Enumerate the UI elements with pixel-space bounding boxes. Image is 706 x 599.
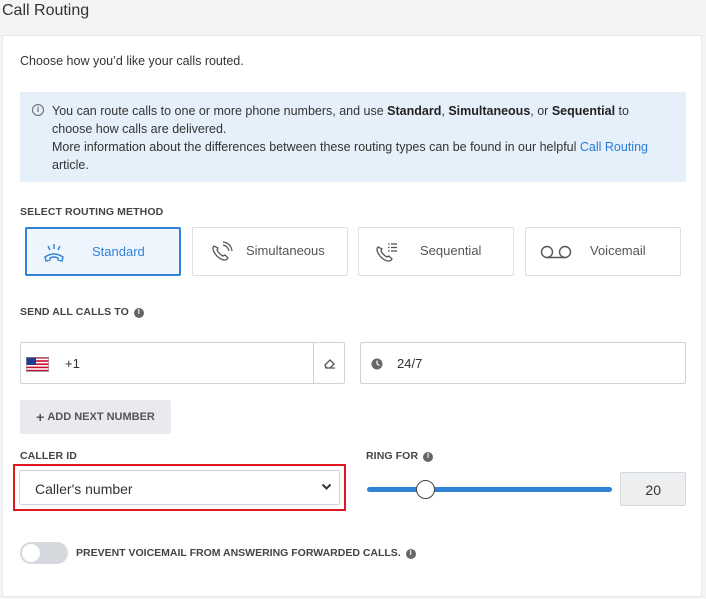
dial-code: +1 [65,356,80,371]
page-title: Call Routing [2,2,90,19]
ring-for-label: RING FOR i [366,450,434,462]
prevent-voicemail-label: PREVENT VOICEMAIL FROM ANSWERING FORWARD… [76,547,416,559]
caller-id-value: Caller's number [35,481,133,497]
info-text: You can route calls to one or more phone… [52,104,388,118]
plus-icon: + [36,409,45,425]
add-next-number-label: ADD NEXT NUMBER [47,411,155,423]
us-flag-icon[interactable] [26,357,49,372]
routing-method-standard[interactable]: Standard [25,227,181,276]
toggle-knob [22,544,40,562]
send-all-calls-text: SEND ALL CALLS TO [20,306,129,318]
routing-method-label: Simultaneous [246,243,325,258]
prevent-voicemail-toggle[interactable] [20,542,68,564]
routing-method-simultaneous[interactable]: Simultaneous [192,227,348,276]
voicemail-icon [540,245,572,259]
info-text-more: More information about the differences b… [52,140,580,154]
phone-number-field[interactable]: +1 [20,342,345,384]
caller-id-select[interactable]: Caller's number [19,470,340,505]
schedule-field[interactable]: 24/7 [360,342,686,384]
intro-text: Choose how you’d like your calls routed. [20,54,244,68]
chevron-down-icon [321,483,332,490]
info-icon: i [32,104,44,116]
ring-for-slider-track[interactable] [367,487,612,492]
info-separator: , or [530,104,552,118]
ring-for-text: RING FOR [366,450,419,462]
routing-method-label: Sequential [420,243,482,258]
phone-list-icon [376,243,397,262]
eraser-icon [323,358,335,369]
call-routing-panel: Choose how you’d like your calls routed.… [2,35,702,597]
info-icon[interactable]: i [133,308,144,318]
info-bold-simultaneous: Simultaneous [448,104,531,118]
info-bold-standard: Standard [387,104,442,118]
caller-id-label: CALLER ID [20,450,77,462]
phone-ringing-icon [44,244,64,262]
clock-icon [371,358,383,370]
routing-method-label: Standard [92,244,145,259]
info-icon[interactable]: i [405,549,416,559]
ring-for-value[interactable]: 20 [620,472,686,506]
prevent-voicemail-text: PREVENT VOICEMAIL FROM ANSWERING FORWARD… [76,547,401,559]
routing-method-label: Voicemail [590,243,646,258]
routing-method-label: SELECT ROUTING METHOD [20,206,164,218]
routing-method-voicemail[interactable]: Voicemail [525,227,681,276]
call-routing-link[interactable]: Call Routing [580,140,648,154]
info-box: i You can route calls to one or more pho… [20,92,686,182]
info-text-end: article. [52,158,89,172]
phone-forward-icon [212,241,233,261]
clear-button[interactable] [313,343,344,383]
info-bold-sequential: Sequential [551,104,616,118]
routing-method-sequential[interactable]: Sequential [358,227,514,276]
ring-for-slider-thumb[interactable] [416,480,435,499]
schedule-value: 24/7 [397,356,423,371]
info-icon[interactable]: i [423,452,434,462]
add-next-number-button[interactable]: + ADD NEXT NUMBER [20,400,171,434]
send-all-calls-label: SEND ALL CALLS TO i [20,306,144,318]
